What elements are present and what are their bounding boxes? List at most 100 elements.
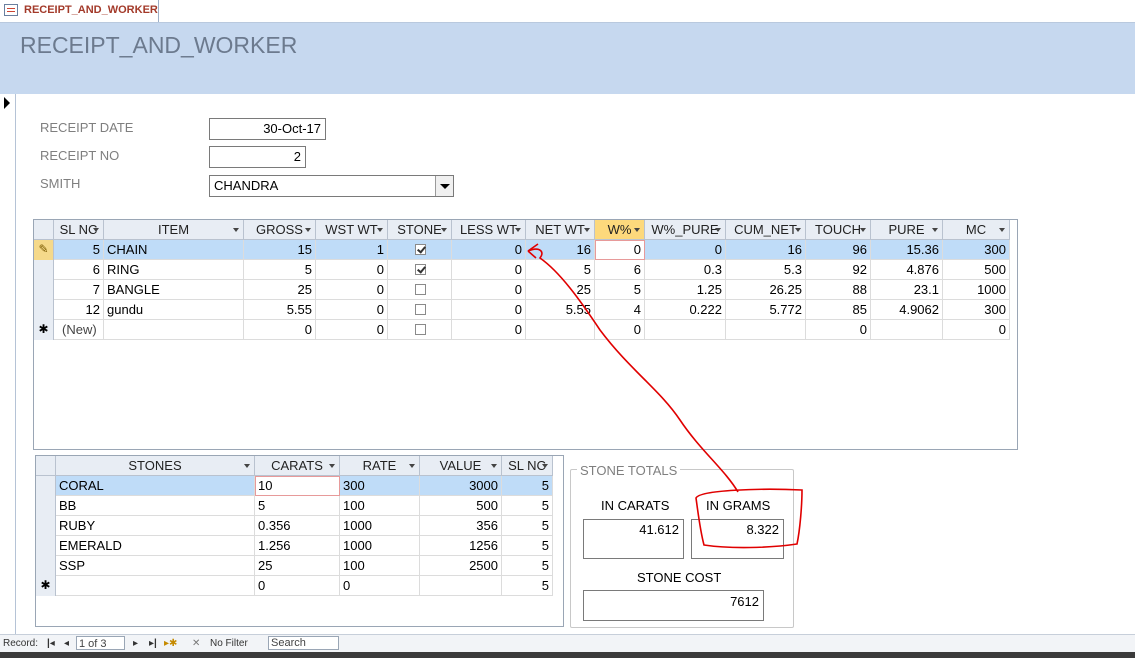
- cell-stone[interactable]: [388, 280, 452, 300]
- cell-gross[interactable]: 0: [244, 320, 316, 340]
- record-number-input[interactable]: 1 of 3: [76, 636, 125, 650]
- cell-gross[interactable]: 5: [244, 260, 316, 280]
- stone-checkbox[interactable]: [415, 304, 426, 315]
- cell-cum[interactable]: 26.25: [726, 280, 806, 300]
- cell-pure[interactable]: 4.876: [871, 260, 943, 280]
- cell-rate[interactable]: 0: [340, 576, 420, 596]
- stone-cost-field[interactable]: 7612: [583, 590, 764, 621]
- cell-sl[interactable]: 5: [502, 536, 553, 556]
- cell-less[interactable]: 0: [452, 280, 526, 300]
- cell-sl[interactable]: 5: [502, 496, 553, 516]
- chevron-down-icon[interactable]: [244, 464, 250, 468]
- cell-mc[interactable]: 1000: [943, 280, 1010, 300]
- cell-stone[interactable]: [388, 260, 452, 280]
- row-selector[interactable]: [34, 300, 54, 320]
- cell-value[interactable]: 3000: [420, 476, 502, 496]
- column-header-sl[interactable]: SL NC: [502, 456, 553, 476]
- cell-sl[interactable]: 5: [54, 240, 104, 260]
- cell-wst[interactable]: 1: [316, 240, 388, 260]
- prev-record-icon[interactable]: ◂: [64, 638, 69, 649]
- cell-wpct[interactable]: 6: [595, 260, 645, 280]
- new-record-row[interactable]: ✱ 0 0 5: [36, 576, 553, 596]
- column-header-gross[interactable]: GROSS: [244, 220, 316, 240]
- cell-stone[interactable]: CORAL: [56, 476, 255, 496]
- cell-touch[interactable]: 85: [806, 300, 871, 320]
- cell-rate[interactable]: 100: [340, 556, 420, 576]
- chevron-down-icon[interactable]: [715, 228, 721, 232]
- cell-touch[interactable]: 88: [806, 280, 871, 300]
- select-all-corner[interactable]: [36, 456, 56, 476]
- last-record-icon[interactable]: ▸|: [149, 638, 157, 649]
- cell-stone[interactable]: RUBY: [56, 516, 255, 536]
- cell-mc[interactable]: 300: [943, 240, 1010, 260]
- cell-value[interactable]: 1256: [420, 536, 502, 556]
- cell-item[interactable]: RING: [104, 260, 244, 280]
- cell-item[interactable]: [104, 320, 244, 340]
- cell-wpure[interactable]: 0.3: [645, 260, 726, 280]
- cell-cum[interactable]: [726, 320, 806, 340]
- cell-value[interactable]: 2500: [420, 556, 502, 576]
- cell-stone[interactable]: SSP: [56, 556, 255, 576]
- in-carats-field[interactable]: 41.612: [583, 519, 684, 559]
- column-header-item[interactable]: ITEM: [104, 220, 244, 240]
- cell-net[interactable]: [526, 320, 595, 340]
- next-record-icon[interactable]: ▸: [133, 638, 138, 649]
- cell-carats[interactable]: 0.356: [255, 516, 340, 536]
- table-row[interactable]: 12 gundu 5.55 0 0 5.55 4 0.222 5.772 85 4.9062 300: [34, 300, 1010, 320]
- cell-less[interactable]: 0: [452, 240, 526, 260]
- document-tab[interactable]: RECEIPT_AND_WORKER: [0, 0, 159, 22]
- cell-value[interactable]: 500: [420, 496, 502, 516]
- stone-checkbox[interactable]: [415, 284, 426, 295]
- chevron-down-icon[interactable]: [542, 464, 548, 468]
- cell-net[interactable]: 5: [526, 260, 595, 280]
- cell-touch[interactable]: 92: [806, 260, 871, 280]
- no-filter-button[interactable]: No Filter: [210, 638, 248, 649]
- cell-value[interactable]: [420, 576, 502, 596]
- stone-checkbox[interactable]: [415, 324, 426, 335]
- cell-wpct[interactable]: 0: [595, 320, 645, 340]
- cell-sl[interactable]: 5: [502, 556, 553, 576]
- pencil-icon[interactable]: ✎: [34, 240, 54, 260]
- cell-value[interactable]: 356: [420, 516, 502, 536]
- table-row[interactable]: EMERALD 1.256 1000 1256 5: [36, 536, 553, 556]
- column-header-stone[interactable]: STONES: [56, 456, 255, 476]
- column-header-wst[interactable]: WST WT: [316, 220, 388, 240]
- chevron-down-icon[interactable]: [441, 228, 447, 232]
- table-row[interactable]: CORAL 10 300 3000 5: [36, 476, 553, 496]
- cell-cum[interactable]: 16: [726, 240, 806, 260]
- cell-wpure[interactable]: 0: [645, 240, 726, 260]
- cell-wpure[interactable]: 1.25: [645, 280, 726, 300]
- chevron-down-icon[interactable]: [329, 464, 335, 468]
- cell-gross[interactable]: 15: [244, 240, 316, 260]
- column-header-rate[interactable]: RATE: [340, 456, 420, 476]
- row-selector[interactable]: [36, 496, 56, 516]
- cell-cum[interactable]: 5.772: [726, 300, 806, 320]
- select-all-corner[interactable]: [34, 220, 54, 240]
- cell-wpct[interactable]: 0: [595, 240, 645, 260]
- cell-carats[interactable]: 25: [255, 556, 340, 576]
- cell-carats[interactable]: 0: [255, 576, 340, 596]
- chevron-down-icon[interactable]: [860, 228, 866, 232]
- receipt-no-field[interactable]: 2: [209, 146, 306, 168]
- cell-net[interactable]: 5.55: [526, 300, 595, 320]
- chevron-down-icon[interactable]: [634, 228, 640, 232]
- table-row[interactable]: SSP 25 100 2500 5: [36, 556, 553, 576]
- cell-pure[interactable]: 4.9062: [871, 300, 943, 320]
- cell-less[interactable]: 0: [452, 260, 526, 280]
- column-header-touch[interactable]: TOUCH: [806, 220, 871, 240]
- stone-checkbox[interactable]: [415, 244, 426, 255]
- cell-item[interactable]: CHAIN: [104, 240, 244, 260]
- column-header-stone[interactable]: STONE: [388, 220, 452, 240]
- column-header-wpct[interactable]: W%: [595, 220, 645, 240]
- cell-stone[interactable]: [388, 320, 452, 340]
- cell-mc[interactable]: 500: [943, 260, 1010, 280]
- table-row[interactable]: 6 RING 5 0 0 5 6 0.3 5.3 92 4.876 500: [34, 260, 1010, 280]
- cell-rate[interactable]: 300: [340, 476, 420, 496]
- search-box[interactable]: Search: [268, 636, 339, 650]
- cell-gross[interactable]: 5.55: [244, 300, 316, 320]
- cell-touch[interactable]: 0: [806, 320, 871, 340]
- row-selector[interactable]: [36, 556, 56, 576]
- column-header-value[interactable]: VALUE: [420, 456, 502, 476]
- cell-cum[interactable]: 5.3: [726, 260, 806, 280]
- cell-rate[interactable]: 1000: [340, 516, 420, 536]
